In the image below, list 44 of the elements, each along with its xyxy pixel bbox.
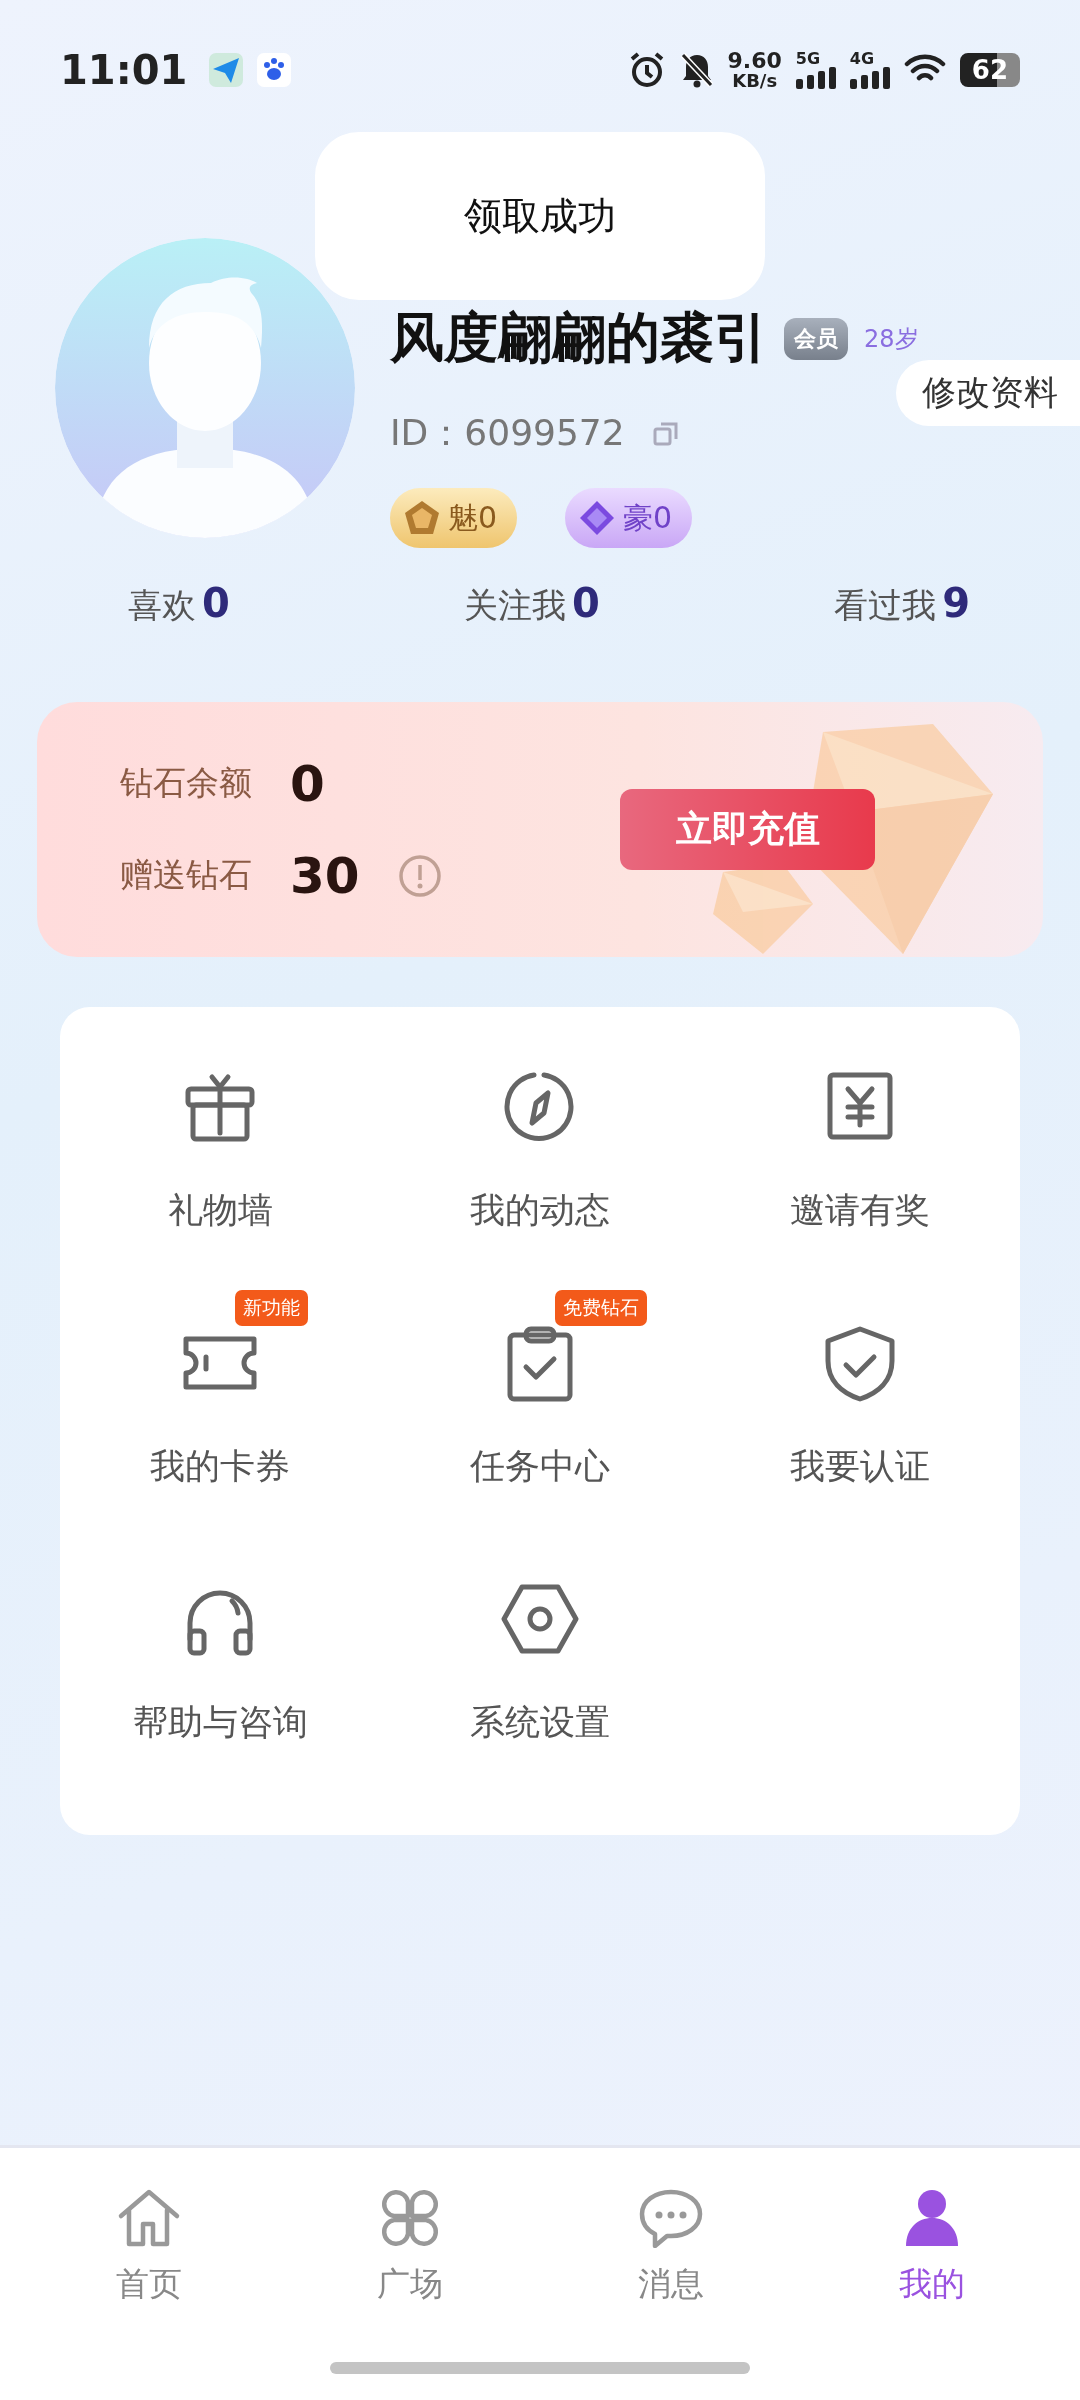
wealth-chip: 豪0 <box>565 488 693 548</box>
user-id: ID：6099572 <box>390 411 625 455</box>
menu-badge: 免费钻石 <box>555 1290 647 1326</box>
menu-badge: 新功能 <box>235 1290 308 1326</box>
network-label: 5G <box>795 51 821 67</box>
battery-level: 62 <box>959 53 1020 87</box>
signal-icon <box>849 67 890 89</box>
copy-icon[interactable] <box>652 420 679 447</box>
network-speed: 9.60 KB/s <box>727 50 782 90</box>
charm-chip: 魅0 <box>390 488 518 548</box>
user-age: 28岁 <box>864 323 919 355</box>
menu-item[interactable]: 礼物墙 <box>167 1187 273 1234</box>
stat-item[interactable]: 看过我 9 <box>834 579 970 629</box>
chat-icon <box>638 2188 703 2248</box>
home-icon <box>116 2188 181 2248</box>
nav-tab[interactable]: 消息 <box>637 2262 704 2307</box>
edit-profile-button[interactable]: 修改资料 <box>896 360 1080 426</box>
bell-off-icon <box>679 52 714 88</box>
stat-item[interactable]: 喜欢 0 <box>128 579 230 629</box>
menu-item[interactable]: 任务中心 <box>470 1443 610 1490</box>
menu-item[interactable]: 我的卡券 <box>150 1443 290 1490</box>
nav-tab[interactable]: 首页 <box>115 2262 182 2307</box>
toast-message: 领取成功 <box>315 132 765 300</box>
menu-item[interactable]: 邀请有奖 <box>790 1187 930 1234</box>
user-name: 风度翩翩的裘引 <box>390 305 768 371</box>
nav-tab[interactable]: 我的 <box>898 2262 965 2307</box>
member-badge: 会员 <box>784 317 848 360</box>
wallet-label: 赠送钻石 <box>120 854 253 896</box>
menu-item[interactable]: 我要认证 <box>790 1443 930 1490</box>
wallet-label: 钻石余额 <box>120 762 253 804</box>
wallet-value: 30 <box>290 846 361 905</box>
info-icon[interactable] <box>398 853 442 898</box>
menu-item[interactable]: 系统设置 <box>470 1699 610 1746</box>
wallet-value: 0 <box>290 754 326 813</box>
stat-item[interactable]: 关注我 0 <box>464 579 600 629</box>
menu-item[interactable]: 我的动态 <box>470 1187 610 1234</box>
nav-tab[interactable]: 广场 <box>376 2262 443 2307</box>
network-label: 4G <box>849 51 875 67</box>
paw-icon <box>257 53 292 87</box>
status-time: 11:01 <box>60 47 188 93</box>
menu-item[interactable]: 帮助与咨询 <box>132 1699 308 1746</box>
app-icon <box>209 53 244 87</box>
recharge-button[interactable]: 立即充值 <box>620 789 875 870</box>
signal-icon <box>795 67 836 89</box>
